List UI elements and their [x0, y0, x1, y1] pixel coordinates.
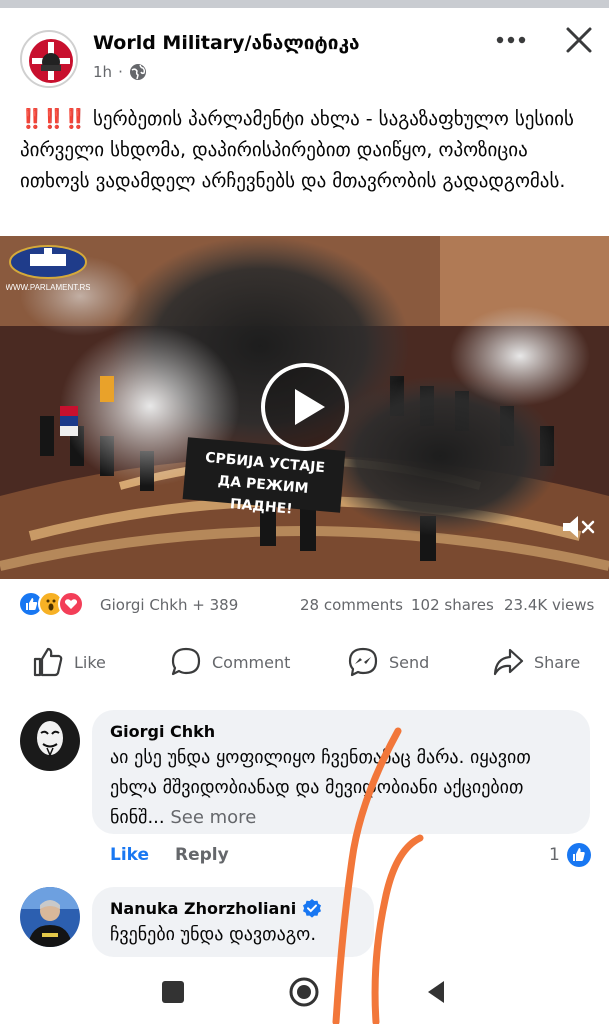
comment-body: ჩვენები უნდა დავთაგო. [110, 924, 317, 945]
post-caption: ‼️‼️‼️ სერბეთის პარლამენტი ახლა - საგაზაფ… [20, 104, 595, 197]
comment-author[interactable]: Giorgi Chkh [110, 722, 215, 741]
person-avatar-icon [20, 887, 80, 947]
post-meta: 1h · [93, 63, 147, 81]
comments-count[interactable]: 28 comments [300, 596, 403, 614]
close-icon[interactable] [563, 24, 595, 56]
double-exclamation-emoji: ‼️‼️‼️ [20, 108, 87, 130]
globe-icon [129, 64, 146, 80]
messenger-icon [348, 647, 378, 677]
views-count: 23.4K views [504, 596, 595, 614]
commenter-avatar[interactable] [20, 711, 80, 771]
comment-reply-button[interactable]: Reply [175, 845, 229, 865]
share-label: Share [534, 652, 581, 672]
reaction-summary[interactable] [18, 591, 84, 617]
system-nav-bar [0, 960, 609, 1024]
page-avatar[interactable] [20, 30, 78, 88]
comment-author-name: Nanuka Zhorzholiani [110, 898, 297, 918]
post-time: 1h [93, 63, 113, 81]
send-label: Send [389, 652, 430, 672]
back-icon[interactable] [420, 976, 452, 1008]
verified-badge-icon [303, 899, 322, 918]
comment-like-button[interactable]: Like [110, 845, 149, 865]
parliament-channel-logo: WWW.PARLAMENT.RS [6, 245, 90, 292]
home-icon[interactable] [288, 976, 320, 1008]
comment-author[interactable]: Nanuka Zhorzholiani [110, 898, 322, 918]
comment-text: აი ესე უნდა ყოფილიყო ჩვენთანაც მარა. იყა… [110, 743, 580, 833]
comment-bubble-icon [171, 647, 201, 676]
see-more-link[interactable]: See more [170, 807, 256, 828]
comment-reaction-count[interactable]: 1 [549, 842, 592, 868]
shares-count[interactable]: 102 shares [411, 596, 494, 614]
post-stats: Giorgi Chkh + 389 28 comments 102 shares… [0, 589, 609, 621]
page-logo-icon [24, 34, 76, 86]
channel-label: WWW.PARLAMENT.RS [6, 283, 90, 292]
comment-button[interactable]: Comment [170, 646, 290, 678]
mute-icon[interactable] [560, 512, 596, 542]
post-header: World Military/ანალიტიკა 1h · [0, 8, 609, 88]
caption-text: სერბეთის პარლამენტი ახლა - საგაზაფხულო ს… [20, 108, 574, 192]
thumbs-up-icon [33, 647, 63, 677]
mask-avatar-icon [20, 711, 80, 771]
like-button[interactable]: Like [32, 646, 106, 678]
more-options-icon[interactable] [494, 30, 528, 50]
like-reaction-icon [566, 843, 591, 867]
comment-label: Comment [212, 652, 291, 672]
love-reaction-icon [58, 591, 84, 617]
send-button[interactable]: Send [347, 646, 429, 678]
reactors-text[interactable]: Giorgi Chkh + 389 [100, 596, 238, 614]
page-name[interactable]: World Military/ანალიტიკა [93, 32, 360, 54]
status-strip [0, 0, 609, 8]
play-icon[interactable] [259, 361, 351, 453]
share-arrow-icon [493, 648, 524, 676]
recent-apps-icon[interactable] [157, 976, 189, 1008]
comment-reaction-number: 1 [549, 845, 560, 865]
commenter-avatar[interactable] [20, 887, 80, 947]
post-actions: Like Comment Send Share [0, 640, 609, 688]
like-label: Like [74, 652, 106, 672]
meta-separator: · [118, 63, 123, 81]
share-button[interactable]: Share [492, 646, 580, 678]
